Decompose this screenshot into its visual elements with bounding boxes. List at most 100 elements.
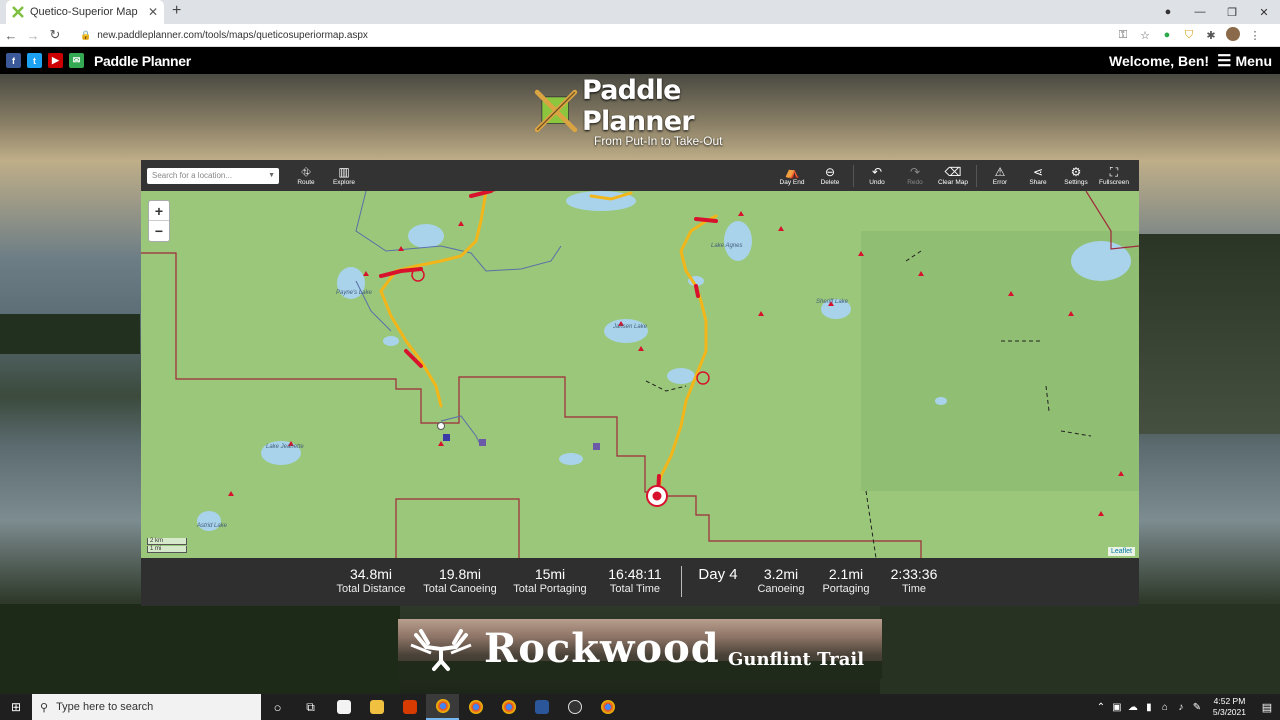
browser-tab-bar: Quetico-Superior Map ✕ + ● — ❐ ✕: [0, 0, 1280, 24]
forward-icon[interactable]: →: [22, 28, 44, 43]
fullscreen-label: Fullscreen: [1099, 178, 1129, 186]
office-app-icon[interactable]: [393, 694, 426, 720]
lake-label: Astrid Lake: [196, 523, 228, 529]
logo-title: Paddle Planner: [581, 74, 695, 137]
total-canoeing-label: Total Canoeing: [423, 583, 497, 595]
address-bar[interactable]: 🔒 new.paddleplanner.com/tools/maps/queti…: [72, 26, 1112, 45]
delete-button[interactable]: ⊖ Delete: [811, 164, 849, 186]
puzzle-icon[interactable]: ✱: [1200, 29, 1222, 42]
background-treeline: [0, 314, 140, 354]
share-label: Share: [1029, 178, 1047, 186]
zoom-in-button[interactable]: +: [149, 201, 169, 221]
zoom-out-button[interactable]: −: [149, 221, 169, 241]
minimize-button[interactable]: —: [1184, 6, 1216, 18]
clear-map-label: Clear Map: [938, 178, 968, 186]
fullscreen-button[interactable]: ⛶ Fullscreen: [1095, 164, 1133, 186]
word-app-icon[interactable]: [525, 694, 558, 720]
new-tab-button[interactable]: +: [172, 2, 181, 20]
settings-button[interactable]: ⚙ Settings: [1057, 165, 1095, 186]
location-search-input[interactable]: Search for a location... ▼: [147, 167, 279, 184]
onedrive-icon[interactable]: ☁: [1125, 702, 1141, 713]
chevron-down-icon[interactable]: ▼: [268, 172, 275, 179]
tab-title: Quetico-Superior Map: [30, 6, 138, 18]
background-foreground-left: [0, 604, 400, 694]
fullscreen-icon: ⛶: [1109, 164, 1119, 179]
warning-icon: ⚠: [994, 164, 1006, 179]
hamburger-icon: ☰: [1217, 52, 1232, 70]
redo-button[interactable]: ↷ Redo: [896, 165, 934, 186]
battery-icon[interactable]: ▮: [1141, 702, 1157, 713]
facebook-icon[interactable]: f: [6, 53, 21, 68]
route-waypoint-marker[interactable]: [696, 371, 710, 385]
total-time-label: Total Time: [609, 583, 661, 595]
twitter-icon[interactable]: t: [27, 53, 42, 68]
volume-icon[interactable]: ♪: [1173, 702, 1189, 713]
task-view-icon[interactable]: ⧉: [294, 694, 327, 720]
chrome-app-icon[interactable]: [591, 694, 624, 720]
route-label: Route: [297, 178, 315, 186]
total-distance-value: 34.8mi: [349, 566, 393, 582]
close-window-button[interactable]: ✕: [1248, 6, 1280, 19]
windows-start-icon[interactable]: ⊞: [0, 694, 32, 720]
browser-toolbar: ← → ↻ 🔒 new.paddleplanner.com/tools/maps…: [0, 24, 1280, 47]
profile-avatar[interactable]: [1222, 26, 1244, 44]
chrome-app-icon[interactable]: [459, 694, 492, 720]
pen-icon[interactable]: ✎: [1189, 702, 1205, 713]
toolbar-divider: [853, 164, 854, 187]
obs-app-icon[interactable]: [558, 694, 591, 720]
profile-dot-icon[interactable]: ●: [1152, 6, 1184, 18]
chrome-app-icon[interactable]: [426, 694, 459, 720]
time-label: Time: [901, 583, 927, 595]
map-tiles[interactable]: Lake Agnes Sheriff Lake Payne's Lake Lak…: [141, 191, 1139, 558]
rockwood-banner-ad[interactable]: Rockwood Gunflint Trail: [398, 619, 882, 679]
leaflet-attribution-link[interactable]: Leaflet: [1107, 547, 1135, 556]
reload-icon[interactable]: ↻: [44, 27, 66, 43]
chevron-up-icon[interactable]: ⌃: [1093, 702, 1109, 713]
tab-close-icon[interactable]: ✕: [148, 5, 158, 19]
map-canvas[interactable]: Lake Agnes Sheriff Lake Payne's Lake Lak…: [141, 191, 1139, 558]
trip-stats-bar: 34.8mi Total Distance 19.8mi Total Canoe…: [141, 558, 1139, 606]
star-icon[interactable]: ☆: [1134, 29, 1156, 42]
day-end-button[interactable]: ⛺ Day End: [773, 164, 811, 186]
email-icon[interactable]: ✉: [69, 53, 84, 68]
more-menu-icon[interactable]: ⋮: [1244, 29, 1266, 42]
back-icon[interactable]: ←: [0, 28, 22, 43]
extension-shield-icon[interactable]: ⛉: [1178, 29, 1200, 42]
share-button[interactable]: ⋖ Share: [1019, 165, 1057, 186]
paddle-planner-logo[interactable]: Paddle Planner From Put-In to Take-Out: [534, 75, 754, 148]
taskbar-search-input[interactable]: ⚲ Type here to search: [32, 694, 261, 720]
network-icon[interactable]: ⌂: [1157, 702, 1173, 713]
extension-green-icon[interactable]: ●: [1156, 29, 1178, 41]
total-canoeing-value: 19.8mi: [438, 566, 482, 582]
notification-icon[interactable]: ▤: [1254, 701, 1280, 714]
error-button[interactable]: ⚠ Error: [981, 164, 1019, 186]
tent-icon: ⛺: [784, 164, 800, 179]
explore-button[interactable]: ▥ Explore: [325, 164, 363, 186]
map-icon: ▥: [338, 164, 350, 179]
total-portaging-stat: 15mi Total Portaging: [510, 567, 590, 596]
key-icon[interactable]: ⚿: [1112, 29, 1134, 42]
lake-label: Lake Agnes: [711, 243, 742, 249]
minus-circle-icon: ⊖: [824, 164, 836, 179]
menu-button[interactable]: ☰ Menu: [1217, 51, 1272, 71]
store-app-icon[interactable]: [327, 694, 360, 720]
total-time-value: 16:48:11: [608, 566, 662, 582]
route-button[interactable]: ⛗ Route: [287, 165, 325, 186]
file-explorer-icon[interactable]: [360, 694, 393, 720]
search-placeholder: Search for a location...: [152, 171, 233, 180]
device-icon[interactable]: ▣: [1109, 702, 1125, 713]
browser-tab[interactable]: Quetico-Superior Map ✕: [6, 0, 164, 24]
site-brand-link[interactable]: Paddle Planner: [94, 53, 191, 69]
route-start-marker[interactable]: [437, 422, 445, 430]
clear-map-button[interactable]: ⌫ Clear Map: [934, 165, 972, 186]
welcome-user[interactable]: Welcome, Ben!: [1109, 53, 1209, 69]
undo-button[interactable]: ↶ Undo: [858, 165, 896, 186]
maximize-button[interactable]: ❐: [1216, 6, 1248, 19]
youtube-icon[interactable]: ▶: [48, 53, 63, 68]
crossed-paddles-icon: [534, 89, 578, 133]
total-portaging-value: 15mi: [534, 566, 566, 582]
total-distance-label: Total Distance: [336, 583, 406, 595]
chrome-app-icon[interactable]: [492, 694, 525, 720]
taskbar-clock[interactable]: 4:52 PM 5/3/2021: [1213, 696, 1246, 718]
cortana-icon[interactable]: ○: [261, 694, 294, 720]
